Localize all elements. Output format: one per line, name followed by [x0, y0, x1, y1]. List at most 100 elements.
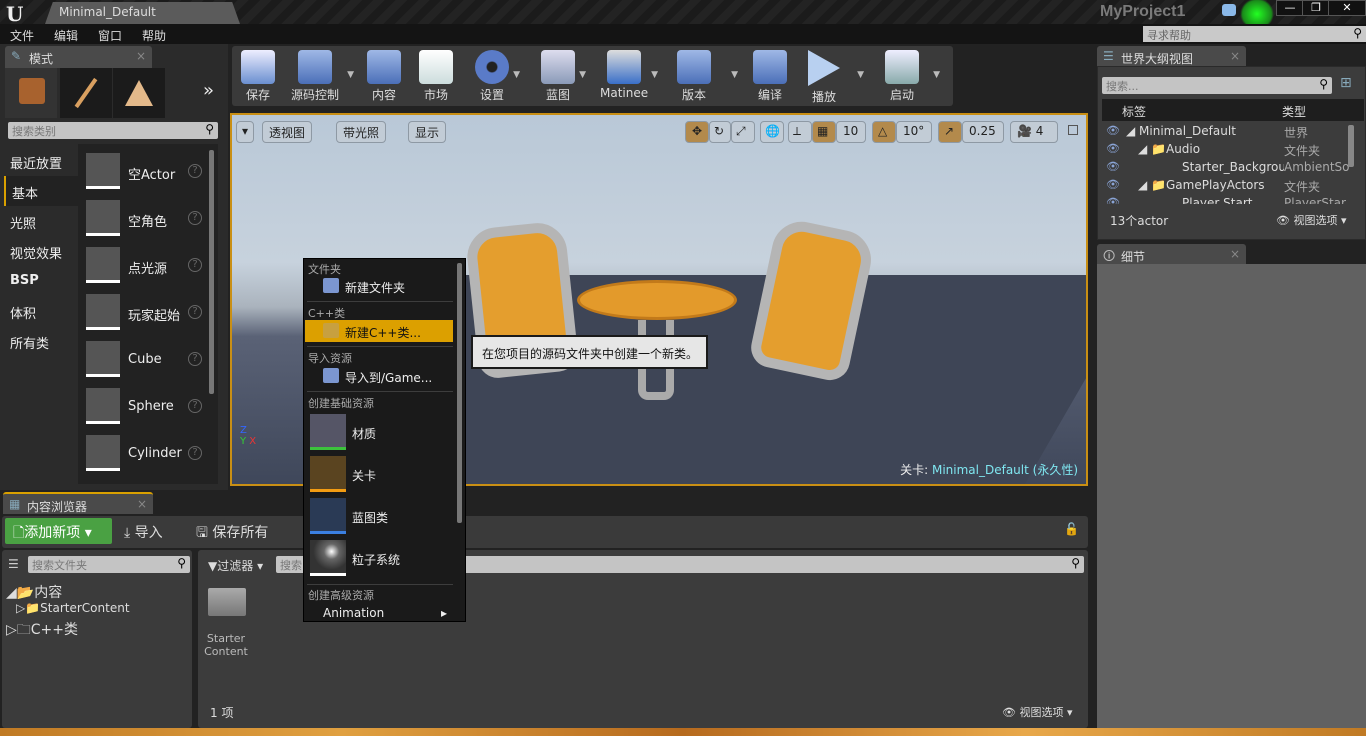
place-item-point-light[interactable]: 点光源? [84, 244, 208, 290]
eye-icon[interactable]: 👁 [1106, 196, 1120, 204]
column-type[interactable]: 类型 [1282, 103, 1306, 120]
paint-mode-button[interactable] [60, 68, 112, 118]
import-button[interactable]: ⤓ 导入 [124, 522, 163, 542]
blueprint-class-item[interactable]: 蓝图类 [308, 498, 454, 538]
outliner-scrollbar[interactable] [1348, 125, 1354, 167]
chevron-down-icon[interactable]: ▼ [857, 70, 864, 80]
folder-icon[interactable] [208, 588, 246, 616]
close-icon[interactable]: × [1230, 247, 1240, 261]
chevron-down-icon[interactable]: ▼ [513, 70, 520, 80]
outliner-row[interactable]: 👁 ◢ 📁GamePlayActors 文件夹 [1102, 178, 1346, 196]
folder-starter-content[interactable]: ▷📁StarterContent [16, 601, 130, 615]
eye-icon[interactable]: 👁 [1106, 178, 1120, 191]
eye-icon[interactable]: 👁 [1106, 160, 1120, 173]
category-basic[interactable]: 基本 [4, 176, 78, 206]
category-search-input[interactable]: 搜索类别 ⚲ [8, 122, 218, 139]
place-item-empty-character[interactable]: 空角色? [84, 197, 208, 243]
more-modes-icon[interactable]: » [203, 80, 214, 101]
camera-speed-button[interactable]: 🎥 4 [1010, 121, 1058, 143]
outliner-row[interactable]: 👁 ◢ 📁Audio 文件夹 [1102, 142, 1346, 160]
maximize-button[interactable]: ❐ [1302, 0, 1330, 16]
source-control-button[interactable]: 源码控制 ▼ [286, 48, 354, 104]
outliner-row[interactable]: 👁 Player Start PlayerStart [1102, 196, 1346, 204]
grid-snap-icon[interactable]: ▦ [812, 121, 836, 143]
help-icon[interactable]: ? [188, 211, 202, 225]
viewport-options-button[interactable]: ▾ [236, 121, 255, 143]
category-bsp[interactable]: BSP [4, 266, 78, 296]
new-cpp-class-item[interactable]: 新建C++类... [305, 320, 453, 342]
content-browser-tab[interactable]: ▦ 内容浏览器 × [3, 492, 153, 514]
level-tab[interactable]: Minimal_Default [45, 2, 240, 24]
world-outliner-tab[interactable]: ☰ 世界大纲视图 × [1097, 46, 1246, 68]
launch-button[interactable]: 启动 ▼ [882, 48, 940, 104]
rotation-snap-icon[interactable]: △ [872, 121, 896, 143]
place-mode-button[interactable] [5, 68, 57, 118]
chevron-down-icon[interactable]: ▼ [651, 70, 658, 80]
help-icon[interactable]: ? [188, 399, 202, 413]
column-label[interactable]: 标签 [1122, 103, 1146, 120]
folder-cpp-classes[interactable]: ▷🗀C++类 [6, 619, 78, 643]
matinee-button[interactable]: Matinee ▼ [600, 48, 658, 104]
add-new-button[interactable]: 🗋添加新项 ▾ [5, 518, 112, 544]
eye-icon[interactable]: 👁 [1106, 142, 1120, 155]
place-item-sphere[interactable]: Sphere? [84, 385, 208, 431]
folder-search-input[interactable]: 搜索文件夹 ⚲ [28, 556, 190, 573]
outliner-search-input[interactable]: 搜索... ⚲ [1102, 77, 1332, 94]
item-list-scrollbar[interactable] [209, 150, 214, 394]
help-search-input[interactable]: 寻求帮助 ⚲ [1143, 26, 1366, 42]
menu-file[interactable]: 文件 [10, 27, 34, 44]
menu-help[interactable]: 帮助 [142, 27, 166, 44]
minimize-button[interactable]: — [1276, 0, 1304, 16]
save-button[interactable]: 保存 [240, 48, 276, 104]
modes-tab[interactable]: ✎ 模式 × [5, 46, 152, 68]
scale-snap-icon[interactable]: ↗ [938, 121, 962, 143]
material-item[interactable]: 材质 [308, 414, 454, 454]
chevron-down-icon[interactable]: ▼ [933, 70, 940, 80]
help-icon[interactable]: ? [188, 164, 202, 178]
folder-content[interactable]: ◢📂内容 [6, 582, 62, 602]
help-icon[interactable]: ? [188, 258, 202, 272]
new-folder-item[interactable]: 新建文件夹 [305, 275, 453, 297]
outliner-view-options[interactable]: 👁 视图选项 ▾ [1276, 212, 1347, 228]
asset-view-options[interactable]: 👁 视图选项 ▾ [1002, 704, 1073, 720]
animation-submenu[interactable]: Animation ▸ [305, 602, 453, 624]
save-all-button[interactable]: 🖫 保存所有 [196, 522, 268, 546]
close-icon[interactable]: × [136, 49, 146, 63]
view-mode-button[interactable]: 透视图 [262, 121, 313, 143]
scale-snap-value[interactable]: 0.25 [962, 121, 1004, 143]
feedback-icon[interactable] [1222, 4, 1236, 16]
close-button[interactable]: ✕ [1328, 0, 1366, 16]
chevron-down-icon[interactable]: ▼ [347, 70, 354, 80]
show-button[interactable]: 显示 [408, 121, 447, 143]
category-all-classes[interactable]: 所有类 [4, 326, 78, 356]
translate-tool-icon[interactable]: ✥ [685, 121, 709, 143]
toggle-sources-icon[interactable]: ☰ [8, 557, 19, 571]
menu-edit[interactable]: 编辑 [54, 27, 78, 44]
menu-window[interactable]: 窗口 [98, 27, 122, 44]
surface-snap-icon[interactable]: ⟂ [788, 121, 812, 143]
help-icon[interactable]: ? [188, 446, 202, 460]
landscape-mode-button[interactable] [113, 68, 165, 118]
import-to-game-item[interactable]: 导入到/Game... [305, 365, 453, 387]
chevron-down-icon[interactable]: ▼ [579, 70, 586, 80]
category-recent[interactable]: 最近放置 [4, 146, 78, 176]
place-item-cube[interactable]: Cube? [84, 338, 208, 384]
category-visual-effects[interactable]: 视觉效果 [4, 236, 78, 266]
place-item-empty-actor[interactable]: 空Actor? [84, 150, 208, 196]
world-space-icon[interactable]: 🌐 [760, 121, 784, 143]
close-icon[interactable]: × [137, 497, 147, 511]
rotation-snap-value[interactable]: 10° [896, 121, 932, 143]
compile-button[interactable]: 编译 [752, 48, 788, 104]
play-button[interactable]: 播放 ▼ [806, 48, 864, 104]
filters-button[interactable]: ▼过滤器 ▾ [208, 557, 263, 574]
details-tab[interactable]: 🛈 细节 × [1097, 244, 1246, 266]
asset-starter-content[interactable]: Starter Content [204, 632, 248, 658]
add-folder-icon[interactable]: ⊞ [1340, 75, 1352, 91]
blueprints-button[interactable]: 蓝图 ▼ [540, 48, 586, 104]
settings-button[interactable]: 设置 ▼ [474, 48, 520, 104]
particle-system-item[interactable]: 粒子系统 [308, 540, 454, 580]
category-volumes[interactable]: 体积 [4, 296, 78, 326]
content-button[interactable]: 内容 [366, 48, 402, 104]
chevron-down-icon[interactable]: ▼ [731, 70, 738, 80]
help-icon[interactable]: ? [188, 352, 202, 366]
